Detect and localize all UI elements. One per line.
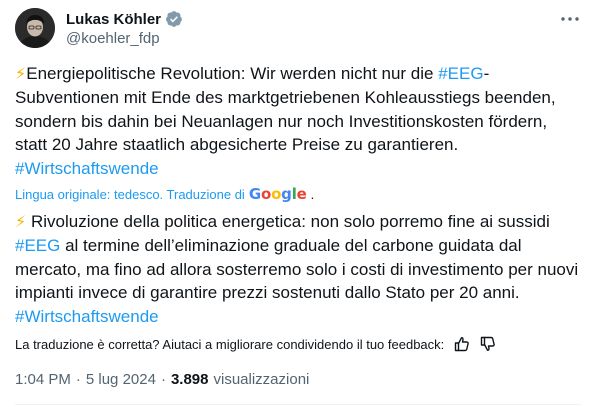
thumbs-down-icon[interactable]: [480, 336, 496, 352]
translated-text-part-1: Rivoluzione della politica energetica: n…: [26, 212, 550, 231]
original-text-part-1: Energiepolitische Revolution: Wir werden…: [26, 64, 439, 83]
tweet-header: Lukas Köhler @koehler_fdp: [15, 8, 581, 48]
divider: [15, 404, 581, 405]
views-label: visualizzazioni: [213, 370, 310, 388]
translation-note-text[interactable]: Lingua originale: tedesco. Traduzione di: [15, 187, 245, 202]
tweet-translated-text: ⚡ Rivoluzione della politica energetica:…: [15, 210, 581, 328]
meta-separator: ·: [160, 370, 166, 388]
hashtag-eeg-translated[interactable]: #EEG: [15, 236, 60, 255]
translated-text-part-2: al termine dell’eliminazione graduale de…: [15, 236, 579, 303]
translation-note-suffix: .: [310, 186, 315, 202]
more-options-icon[interactable]: [559, 12, 581, 26]
name-row: Lukas Köhler: [66, 9, 183, 29]
tweet-meta: 1:04 PM · 5 lug 2024 · 3.898 visualizzaz…: [15, 368, 309, 390]
lightning-bolt-icon: ⚡: [15, 66, 27, 83]
google-logo[interactable]: Google: [249, 185, 307, 203]
author-block: Lukas Köhler @koehler_fdp: [66, 9, 183, 47]
avatar[interactable]: [15, 8, 55, 48]
author-name[interactable]: Lukas Köhler: [66, 11, 161, 28]
hashtag-wirtschaftswende-translated[interactable]: #Wirtschaftswende: [15, 307, 159, 326]
meta-separator: ·: [75, 370, 81, 388]
tweet-time[interactable]: 1:04 PM: [15, 371, 71, 388]
translation-note: Lingua originale: tedesco. Traduzione di…: [15, 184, 314, 204]
translation-feedback: La traduzione è corretta? Aiutaci a migl…: [15, 334, 496, 354]
thumbs-up-icon[interactable]: [454, 336, 470, 352]
views-count: 3.898: [170, 370, 209, 388]
author-handle[interactable]: @koehler_fdp: [66, 30, 183, 47]
tweet-date[interactable]: 5 lug 2024: [86, 371, 156, 388]
hashtag-wirtschaftswende[interactable]: #Wirtschaftswende: [15, 159, 159, 178]
tweet-original-text: ⚡Energiepolitische Revolution: Wir werde…: [15, 62, 581, 180]
verified-badge-icon[interactable]: [165, 10, 183, 28]
hashtag-eeg[interactable]: #EEG: [438, 64, 483, 83]
feedback-prompt: La traduzione è corretta? Aiutaci a migl…: [15, 336, 445, 352]
lightning-bolt-icon: ⚡: [15, 214, 27, 231]
